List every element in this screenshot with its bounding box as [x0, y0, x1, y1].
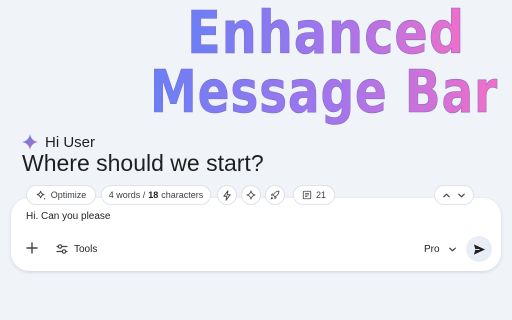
add-button[interactable] [24, 240, 40, 256]
model-label: Pro [424, 243, 440, 255]
char-suffix: characters [161, 190, 204, 200]
banner-title-graphic: Enhanced Message Bar [150, 0, 498, 126]
tools-button[interactable]: Tools [56, 242, 97, 256]
chevron-down-icon [448, 247, 456, 251]
chevron-up-icon[interactable] [442, 191, 451, 200]
sparkle-button[interactable] [241, 185, 261, 205]
send-button[interactable] [466, 236, 492, 262]
send-icon [473, 243, 485, 255]
greeting-text: Hi User [45, 133, 96, 151]
bolt-button[interactable] [217, 185, 237, 205]
rocket-icon [270, 190, 280, 200]
word-count: 4 words / [108, 190, 146, 200]
token-count: 21 [315, 190, 326, 200]
page-headline: Where should we start? [22, 150, 264, 176]
promo-banner: Enhanced Message Bar [0, 0, 512, 128]
magic-sparkle-icon [36, 190, 46, 200]
banner-title-line2: Message Bar [150, 57, 498, 126]
bolt-icon [223, 189, 231, 201]
rocket-button[interactable] [265, 185, 285, 205]
tools-label: Tools [74, 243, 98, 255]
model-select[interactable]: Pro [424, 242, 457, 256]
enhancer-toolbar: Optimize 4 words / 18 characters 21 [26, 185, 482, 205]
word-char-counter: 4 words / 18 characters [101, 185, 211, 205]
document-icon [302, 190, 312, 200]
prompt-input[interactable]: Hi. Can you please [26, 211, 111, 222]
optimize-button[interactable]: Optimize [26, 185, 96, 205]
message-bar: Hi. Can you please Tools Pro [11, 198, 501, 271]
sliders-icon [56, 244, 68, 254]
history-nav[interactable] [434, 185, 474, 205]
char-count: 18 [148, 190, 159, 200]
gemini-sparkle-icon [22, 134, 38, 150]
greeting: Hi User [22, 133, 95, 151]
sparkle-icon [246, 190, 256, 200]
page: Enhanced Message Bar Hi User Where shoul… [0, 0, 512, 320]
optimize-label: Optimize [50, 190, 87, 200]
plus-icon [26, 242, 38, 254]
chevron-down-icon[interactable] [457, 191, 466, 200]
token-counter[interactable]: 21 [293, 185, 335, 205]
